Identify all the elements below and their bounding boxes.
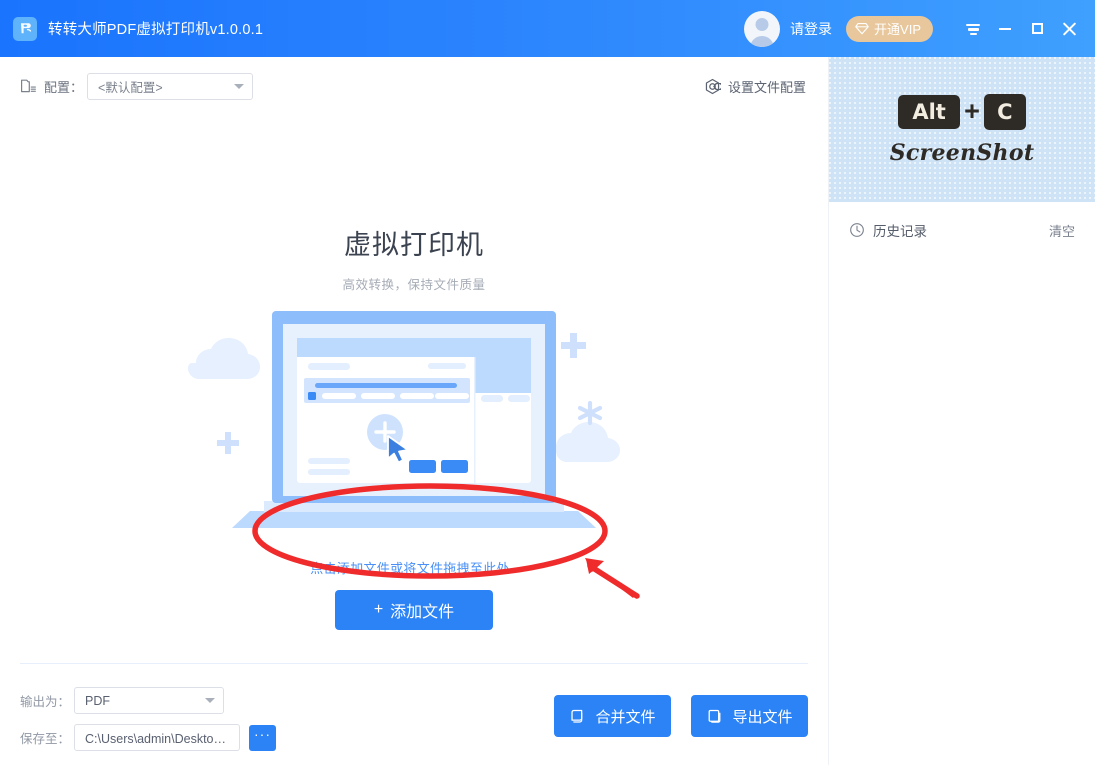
- history-header: 历史记录 清空: [829, 202, 1095, 258]
- merge-files-button[interactable]: 合并文件: [554, 695, 671, 737]
- promo-banner[interactable]: Alt + C ScreenShot: [829, 57, 1095, 202]
- maximize-button[interactable]: [1021, 13, 1053, 45]
- copy-icon: [571, 709, 583, 723]
- add-file-label: 添加文件: [390, 604, 455, 621]
- clock-icon: [850, 223, 864, 237]
- open-vip-label: 开通VIP: [874, 22, 921, 37]
- plus-icon: +: [373, 601, 384, 618]
- browse-folder-button[interactable]: ···: [249, 724, 276, 751]
- diamond-icon: [855, 23, 869, 35]
- main-panel: 配置： <默认配置> 设置文件配置 虚拟打印机 高效转换，保持文件质量 点击添加…: [0, 57, 828, 765]
- promo-caption: ScreenShot: [889, 139, 1035, 166]
- export-files-label: 导出文件: [732, 708, 793, 726]
- title-bar: 转转大师PDF虚拟打印机v1.0.0.1 请登录 开通VIP: [0, 0, 1095, 57]
- page-subtitle: 高效转换，保持文件质量: [342, 278, 486, 292]
- shortcut-keys: Alt + C: [898, 93, 1026, 130]
- history-title: 历史记录: [873, 224, 927, 239]
- hero-section: 虚拟打印机 高效转换，保持文件质量 点击添加文件或将文件拖拽至此处~ + 添加文…: [0, 115, 828, 663]
- file-settings-button[interactable]: 设置文件配置: [704, 77, 806, 96]
- output-format-select[interactable]: PDF: [74, 687, 224, 714]
- output-format-label: 输出为：: [20, 695, 71, 709]
- application-window: 转转大师PDF虚拟打印机v1.0.0.1 请登录 开通VIP 配置： <默认配置…: [0, 0, 1095, 765]
- avatar-body: [750, 35, 775, 47]
- save-path-input[interactable]: C:\Users\admin\Desktop\转...: [74, 724, 240, 751]
- close-button[interactable]: [1053, 13, 1085, 45]
- file-settings-label: 设置文件配置: [727, 79, 806, 95]
- history-title-group: 历史记录: [849, 220, 927, 240]
- drop-hint: 点击添加文件或将文件拖拽至此处~: [310, 561, 518, 576]
- open-vip-button[interactable]: 开通VIP: [846, 15, 933, 42]
- inner-window-sidebar-top: [474, 338, 531, 393]
- laptop-base: [232, 511, 596, 528]
- key-alt: Alt: [898, 94, 961, 129]
- maximize-icon: [1031, 23, 1043, 34]
- right-sidebar: Alt + C ScreenShot 历史记录 清空: [828, 57, 1095, 765]
- menu-icon: [966, 22, 980, 36]
- star-sparkle-icon: [577, 400, 603, 426]
- merge-files-label: 合并文件: [595, 708, 656, 726]
- inner-button-2: [441, 460, 468, 473]
- bottom-bar: 输出为： PDF 保存至： C:\Users\admin\Desktop\转..…: [0, 664, 828, 765]
- history-list: [829, 258, 1095, 765]
- key-c: C: [983, 93, 1026, 130]
- save-path-label: 保存至：: [20, 732, 71, 746]
- minimize-button[interactable]: [989, 13, 1021, 45]
- avatar[interactable]: [744, 10, 781, 47]
- inner-toolbar: [304, 378, 470, 403]
- config-bar: 配置： <默认配置> 设置文件配置: [0, 57, 828, 115]
- clear-history-button[interactable]: 清空: [1049, 221, 1075, 240]
- file-config-icon: [21, 79, 36, 92]
- plus-icon: +: [964, 96, 980, 126]
- config-group: 配置： <默认配置>: [20, 72, 254, 100]
- app-logo-icon: [13, 16, 37, 41]
- inner-button-1: [409, 460, 436, 473]
- minimize-icon: [999, 27, 1011, 30]
- close-icon: [1062, 22, 1076, 36]
- menu-button[interactable]: [957, 13, 989, 45]
- action-buttons: 合并文件 导出文件: [554, 695, 808, 737]
- chevron-down-icon: [234, 83, 245, 89]
- config-label: 配置：: [44, 79, 84, 95]
- add-file-button[interactable]: + 添加文件: [335, 590, 493, 630]
- config-select[interactable]: <默认配置>: [87, 72, 254, 100]
- login-button[interactable]: 请登录: [790, 19, 832, 39]
- window-title: 转转大师PDF虚拟打印机v1.0.0.1: [48, 22, 264, 38]
- chevron-down-icon: [205, 698, 215, 703]
- save-path-value: C:\Users\admin\Desktop\转...: [85, 732, 231, 746]
- page-title: 虚拟打印机: [344, 230, 484, 260]
- gear-icon: [705, 78, 721, 94]
- ellipsis-icon: ···: [254, 726, 271, 742]
- laptop-upload-illustration: [184, 305, 644, 540]
- document-icon: [709, 709, 721, 723]
- output-format-value: PDF: [85, 693, 110, 708]
- avatar-head: [755, 17, 769, 31]
- inner-divider: [474, 357, 476, 483]
- config-select-value: <默认配置>: [98, 80, 163, 95]
- titlebar-right-group: 请登录 开通VIP: [744, 0, 1095, 57]
- window-controls: [957, 13, 1085, 45]
- export-files-button[interactable]: 导出文件: [691, 695, 808, 737]
